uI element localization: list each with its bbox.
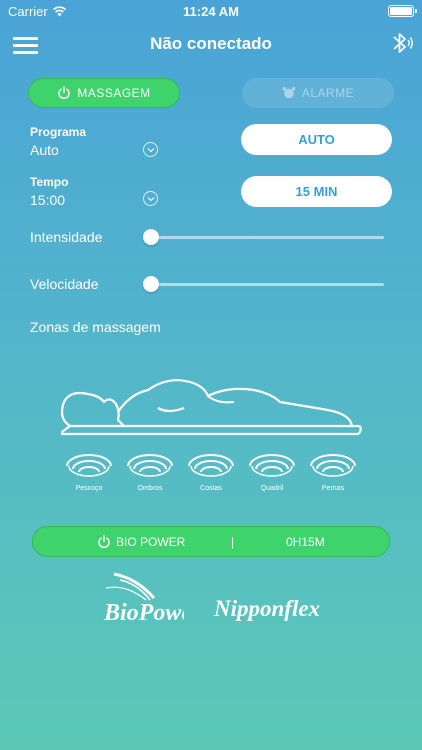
bio-power-separator: | bbox=[231, 535, 235, 549]
massage-wave-icon bbox=[188, 454, 234, 477]
massage-button[interactable]: MASSAGEM bbox=[28, 78, 180, 108]
zone-label: Pescoço bbox=[75, 485, 103, 492]
clock: 11:24 AM bbox=[183, 4, 239, 19]
zone-legs[interactable]: Pernas bbox=[308, 452, 358, 492]
zone-shoulders[interactable]: Ombros bbox=[125, 452, 175, 492]
status-bar: Carrier 11:24 AM bbox=[0, 0, 422, 22]
zone-label: Costas bbox=[200, 485, 222, 492]
zones-title: Zonas de massagem bbox=[30, 319, 161, 335]
bio-power-button[interactable]: BIO POWER | 0H15M bbox=[32, 526, 390, 557]
svg-text:Nipponflex: Nipponflex bbox=[213, 596, 320, 621]
bio-power-label: BIO POWER bbox=[116, 535, 186, 549]
massage-wave-icon bbox=[249, 454, 295, 477]
massage-button-label: MASSAGEM bbox=[77, 86, 151, 100]
intensity-slider-thumb[interactable] bbox=[143, 229, 159, 245]
power-icon bbox=[98, 535, 110, 549]
svg-text:BioPower: BioPower bbox=[103, 600, 184, 626]
auto-button[interactable]: AUTO bbox=[241, 124, 392, 155]
massage-wave-icon bbox=[127, 454, 173, 477]
time-chevron-down-icon[interactable] bbox=[143, 191, 158, 206]
nav-bar: Não conectado bbox=[0, 26, 422, 62]
zone-label: Quadril bbox=[260, 485, 284, 492]
zone-label: Ombros bbox=[137, 485, 163, 492]
speed-label: Velocidade bbox=[30, 276, 99, 292]
time-button[interactable]: 15 MIN bbox=[241, 176, 392, 207]
zone-neck[interactable]: Pescoço bbox=[64, 452, 114, 492]
bio-power-timer: 0H15M bbox=[286, 535, 325, 549]
program-chevron-down-icon[interactable] bbox=[143, 142, 158, 157]
alarm-button[interactable]: ALARME bbox=[242, 78, 394, 108]
speed-slider-track[interactable] bbox=[151, 283, 384, 286]
bio-power-label-group: BIO POWER bbox=[97, 535, 185, 549]
intensity-label: Intensidade bbox=[30, 229, 103, 245]
alarm-button-label: ALARME bbox=[301, 86, 355, 100]
zone-label: Pernas bbox=[321, 485, 345, 492]
reclining-body-icon bbox=[60, 379, 362, 436]
power-icon bbox=[58, 86, 70, 100]
massage-wave-icon bbox=[66, 454, 112, 477]
time-value[interactable]: 15:00 bbox=[30, 192, 65, 208]
program-label: Programa bbox=[30, 125, 87, 139]
massage-wave-icon bbox=[310, 454, 356, 477]
bluetooth-icon[interactable] bbox=[388, 28, 414, 58]
battery-icon bbox=[388, 5, 417, 17]
time-label: Tempo bbox=[30, 175, 69, 189]
nipponflex-logo: Nipponflex bbox=[213, 596, 320, 621]
program-value[interactable]: Auto bbox=[30, 142, 59, 158]
biopower-logo: BioPower bbox=[103, 572, 184, 626]
speed-slider-thumb[interactable] bbox=[143, 276, 159, 292]
zone-hips[interactable]: Quadril bbox=[247, 452, 297, 492]
alarm-clock-icon bbox=[282, 87, 296, 99]
intensity-slider-track[interactable] bbox=[151, 236, 384, 239]
page-title: Não conectado bbox=[150, 34, 272, 53]
zone-back[interactable]: Costas bbox=[186, 452, 236, 492]
